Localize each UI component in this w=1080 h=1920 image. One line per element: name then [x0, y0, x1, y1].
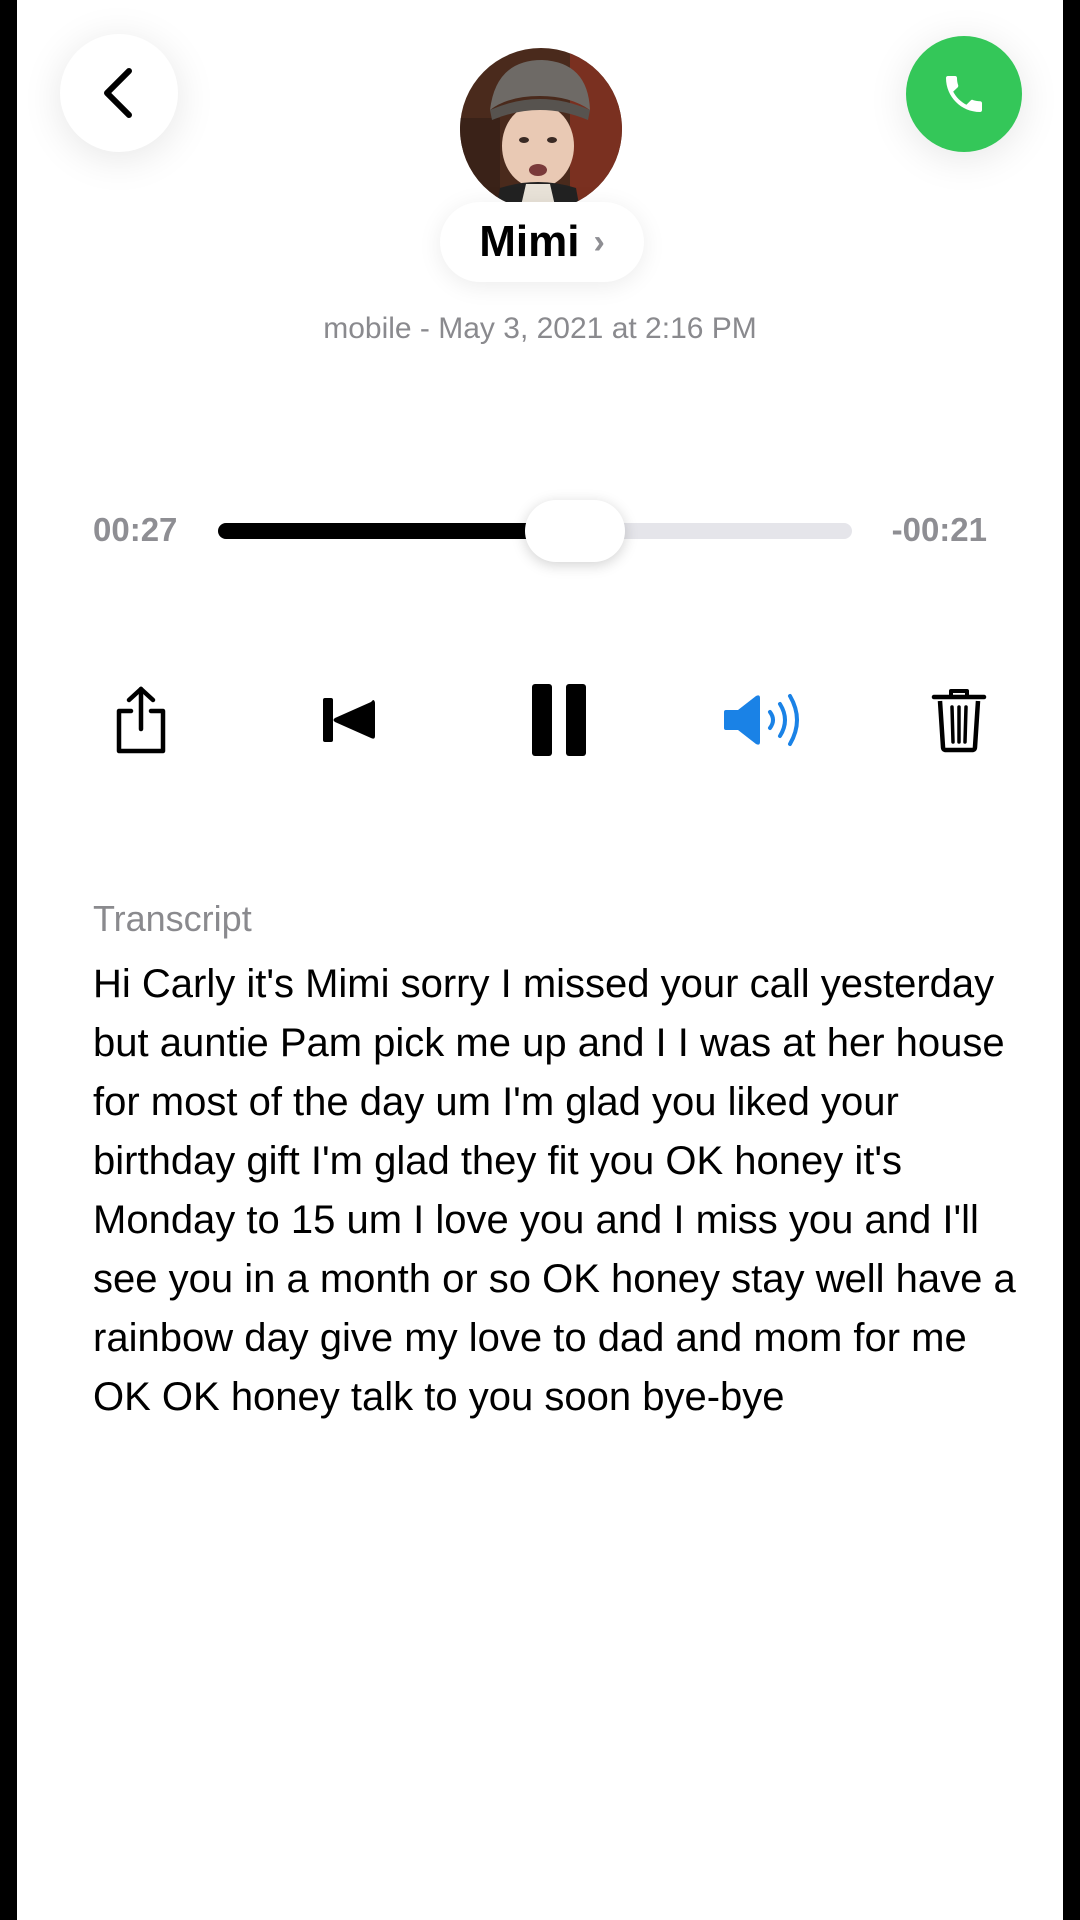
- share-button[interactable]: [93, 672, 189, 768]
- contact-avatar[interactable]: [460, 48, 622, 210]
- trash-icon: [931, 689, 987, 753]
- progress-fill: [218, 523, 575, 539]
- phone-icon: [946, 76, 982, 112]
- speaker-button[interactable]: [711, 672, 817, 768]
- transcript-label: Transcript: [93, 898, 252, 939]
- skip-back-icon: [323, 698, 375, 742]
- speaker-icon: [724, 694, 799, 746]
- contact-name: Mimi: [479, 217, 580, 266]
- elapsed-time: 00:27: [93, 511, 178, 548]
- pause-icon: [532, 684, 586, 756]
- voicemail-detail-screen: Mimi › mobile - May 3, 2021 at 2:16 PM 0…: [17, 0, 1063, 1920]
- delete-button[interactable]: [911, 672, 1007, 768]
- call-details: mobile - May 3, 2021 at 2:16 PM: [323, 312, 757, 345]
- rewind-button[interactable]: [301, 672, 397, 768]
- pause-button[interactable]: [511, 672, 607, 768]
- remaining-time: -00:21: [891, 511, 987, 548]
- back-button[interactable]: [60, 34, 178, 152]
- chevron-left-icon: [104, 68, 132, 118]
- chevron-right-icon: ›: [593, 222, 605, 261]
- contact-name-button[interactable]: Mimi ›: [440, 202, 644, 282]
- scrubber-thumb[interactable]: [524, 500, 625, 562]
- call-button[interactable]: [906, 36, 1022, 152]
- transcript-text: Hi Carly it's Mimi sorry I missed your c…: [93, 962, 1016, 1419]
- share-icon: [116, 686, 166, 754]
- playback-scrubber[interactable]: [218, 500, 852, 562]
